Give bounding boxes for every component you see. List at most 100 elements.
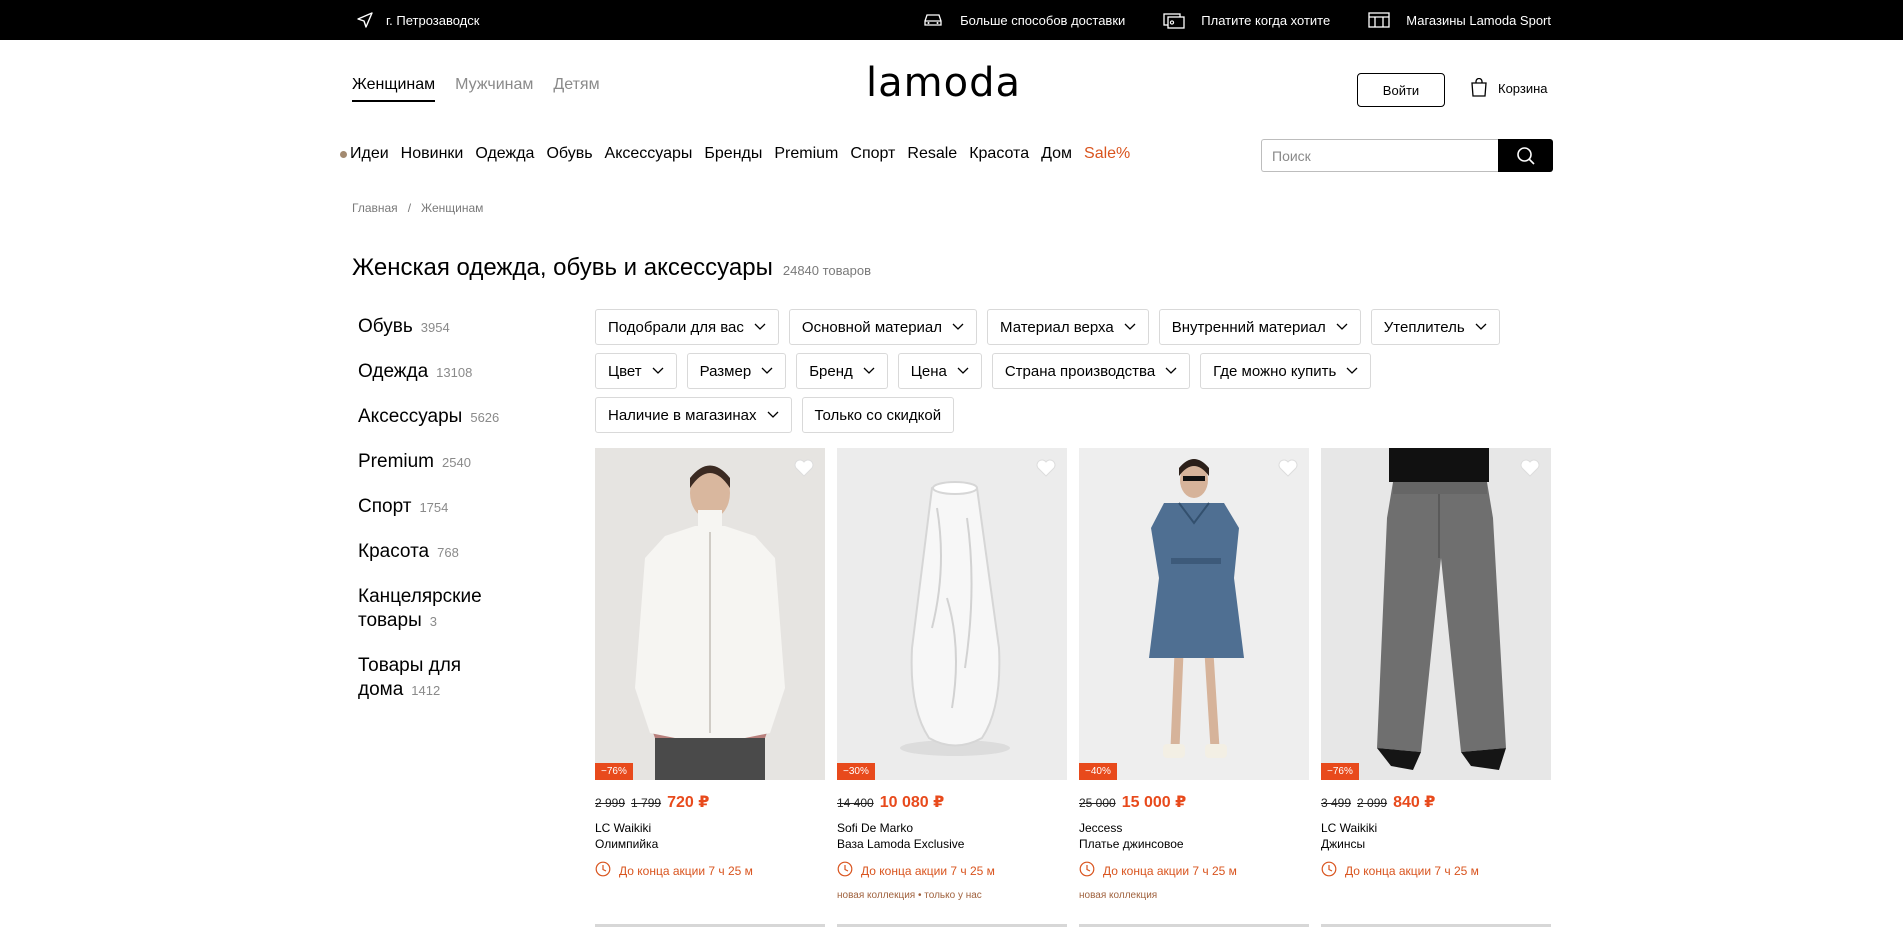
heart-icon[interactable] [793, 458, 815, 483]
filter-label: Размер [699, 362, 752, 380]
filter-label: Материал верха [1000, 318, 1114, 336]
nav-item-sport[interactable]: Спорт [850, 145, 895, 163]
product-tags: новая коллекция • только у нас [837, 890, 982, 901]
category-sidebar: Обувь 3954 Одежда 13108 Аксессуары 5626 Pre… [358, 315, 518, 723]
sidebar-item-label: Товары для дома [358, 655, 462, 700]
breadcrumb-home[interactable]: Главная [352, 201, 398, 215]
product-card[interactable]: −30% 14 400 10 080 ₽ Sofi De Marko Ваза … [837, 448, 1067, 901]
nav-item-premium[interactable]: Premium [774, 145, 838, 163]
promo-timer-label: До конца акции 7 ч 25 м [1103, 863, 1237, 878]
sidebar-item-count: 768 [437, 545, 459, 560]
filter-inner-material[interactable]: Внутренний материал [1158, 309, 1361, 345]
login-button[interactable]: Войти [1357, 73, 1445, 107]
sidebar-item-label: Одежда [358, 361, 429, 382]
sidebar-item-label: Канцелярские товары [358, 586, 482, 631]
delivery-options-link[interactable]: Больше способов доставки [922, 12, 1125, 28]
sidebar-item-count: 3 [429, 614, 437, 629]
filter-label: Бренд [809, 362, 853, 380]
sidebar-item-accessories[interactable]: Аксессуары 5626 [358, 405, 518, 430]
chevron-down-icon [1475, 323, 1487, 330]
nav-item-clothing[interactable]: Одежда [475, 145, 534, 163]
search-input[interactable] [1261, 139, 1498, 172]
tab-women[interactable]: Женщинам [352, 76, 436, 102]
ideas-dot-icon [340, 150, 347, 158]
product-card[interactable]: −76% 3 499 2 099 840 ₽ LC Waikiki Джинсы… [1321, 448, 1551, 901]
sidebar-item-home-goods[interactable]: Товары для дома 1412 [358, 654, 518, 703]
current-price: 15 000 ₽ [1121, 794, 1187, 811]
sidebar-item-label: Обувь [358, 316, 413, 337]
discount-badge: −76% [595, 763, 633, 780]
product-card[interactable]: −40% 25 000 15 000 ₽ Jeccess Платье джин… [1079, 448, 1309, 901]
product-image[interactable]: −40% [1079, 448, 1309, 780]
pay-later-link[interactable]: Платите когда хотите [1163, 11, 1330, 29]
lamoda-logo[interactable]: lamoda [866, 60, 1021, 106]
nav-item-sale[interactable]: Sale% [1084, 145, 1130, 163]
search-bar [1261, 139, 1553, 172]
nav-item-resale[interactable]: Resale [907, 145, 957, 163]
product-brand: Sofi De Marko [837, 821, 914, 835]
heart-icon[interactable] [1519, 458, 1541, 483]
filter-country[interactable]: Страна производства [991, 353, 1191, 389]
sidebar-item-count: 5626 [470, 410, 500, 425]
heart-icon[interactable] [1277, 458, 1299, 483]
clock-icon [595, 861, 611, 880]
filter-color[interactable]: Цвет [595, 353, 677, 389]
breadcrumb-women[interactable]: Женщинам [421, 201, 483, 215]
chevron-down-icon [952, 323, 964, 330]
filter-insulation[interactable]: Утеплитель [1370, 309, 1500, 345]
sidebar-item-premium[interactable]: Premium 2540 [358, 450, 518, 475]
filter-recommended[interactable]: Подобрали для вас [595, 309, 779, 345]
current-price: 10 080 ₽ [879, 794, 945, 811]
current-price: 840 ₽ [1393, 794, 1436, 811]
sport-stores-link[interactable]: Магазины Lamoda Sport [1368, 11, 1551, 29]
product-name: Платье джинсовое [1079, 837, 1184, 851]
sidebar-item-count: 2540 [442, 455, 471, 470]
price-block: 2 999 1 799 720 ₽ [595, 792, 825, 812]
search-button[interactable] [1498, 139, 1553, 172]
discount-badge: −30% [837, 763, 875, 780]
chevron-down-icon [652, 367, 664, 374]
filter-brand[interactable]: Бренд [796, 353, 888, 389]
filter-main-material[interactable]: Основной материал [788, 309, 978, 345]
current-price: 720 ₽ [667, 794, 710, 811]
tab-men[interactable]: Мужчинам [455, 76, 533, 102]
nav-item-beauty[interactable]: Красота [969, 145, 1029, 163]
product-tags: новая коллекция [1079, 890, 1158, 901]
discount-badge: −40% [1079, 763, 1117, 780]
tab-kids[interactable]: Детям [553, 76, 599, 102]
nav-item-ideas[interactable]: Идеи [350, 145, 389, 163]
sidebar-item-clothing[interactable]: Одежда 13108 [358, 360, 518, 385]
filter-discount-only[interactable]: Только со скидкой [801, 397, 955, 433]
filter-label: Где можно купить [1213, 362, 1337, 380]
nav-item-shoes[interactable]: Обувь [546, 145, 592, 163]
nav-item-accessories[interactable]: Аксессуары [605, 145, 693, 163]
nav-item-home[interactable]: Дом [1041, 145, 1072, 163]
filter-upper-material[interactable]: Материал верха [987, 309, 1149, 345]
product-image[interactable]: −76% [595, 448, 825, 780]
filter-where-to-buy[interactable]: Где можно купить [1200, 353, 1372, 389]
filter-in-stores[interactable]: Наличие в магазинах [595, 397, 792, 433]
filter-size[interactable]: Размер [686, 353, 787, 389]
heart-icon[interactable] [1035, 458, 1057, 483]
filter-label: Внутренний материал [1171, 318, 1326, 336]
sidebar-item-shoes[interactable]: Обувь 3954 [358, 315, 518, 340]
sidebar-item-beauty[interactable]: Красота 768 [358, 540, 518, 565]
gender-tabs: Женщинам Мужчинам Детям [352, 76, 600, 102]
product-card[interactable]: −76% 2 999 1 799 720 ₽ LC Waikiki Олимпи… [595, 448, 825, 901]
filter-price[interactable]: Цена [897, 353, 982, 389]
sidebar-item-stationery[interactable]: Канцелярские товары 3 [358, 585, 518, 634]
price-block: 25 000 15 000 ₽ [1079, 792, 1309, 812]
nav-item-brands[interactable]: Бренды [704, 145, 762, 163]
cart-link[interactable]: Корзина [1470, 78, 1548, 98]
nav-item-new[interactable]: Новинки [401, 145, 464, 163]
promo-timer: До конца акции 7 ч 25 м [837, 861, 1067, 880]
filter-label: Утеплитель [1383, 318, 1465, 336]
sidebar-item-sport[interactable]: Спорт 1754 [358, 495, 518, 520]
product-image[interactable]: −30% [837, 448, 1067, 780]
city-selector[interactable]: г. Петрозаводск [356, 0, 479, 40]
product-image[interactable]: −76% [1321, 448, 1551, 780]
chevron-down-icon [1165, 367, 1177, 374]
page-title: Женская одежда, обувь и аксессуары [352, 254, 773, 281]
old-price: 25 000 [1079, 796, 1116, 810]
filter-label: Цена [910, 362, 947, 380]
